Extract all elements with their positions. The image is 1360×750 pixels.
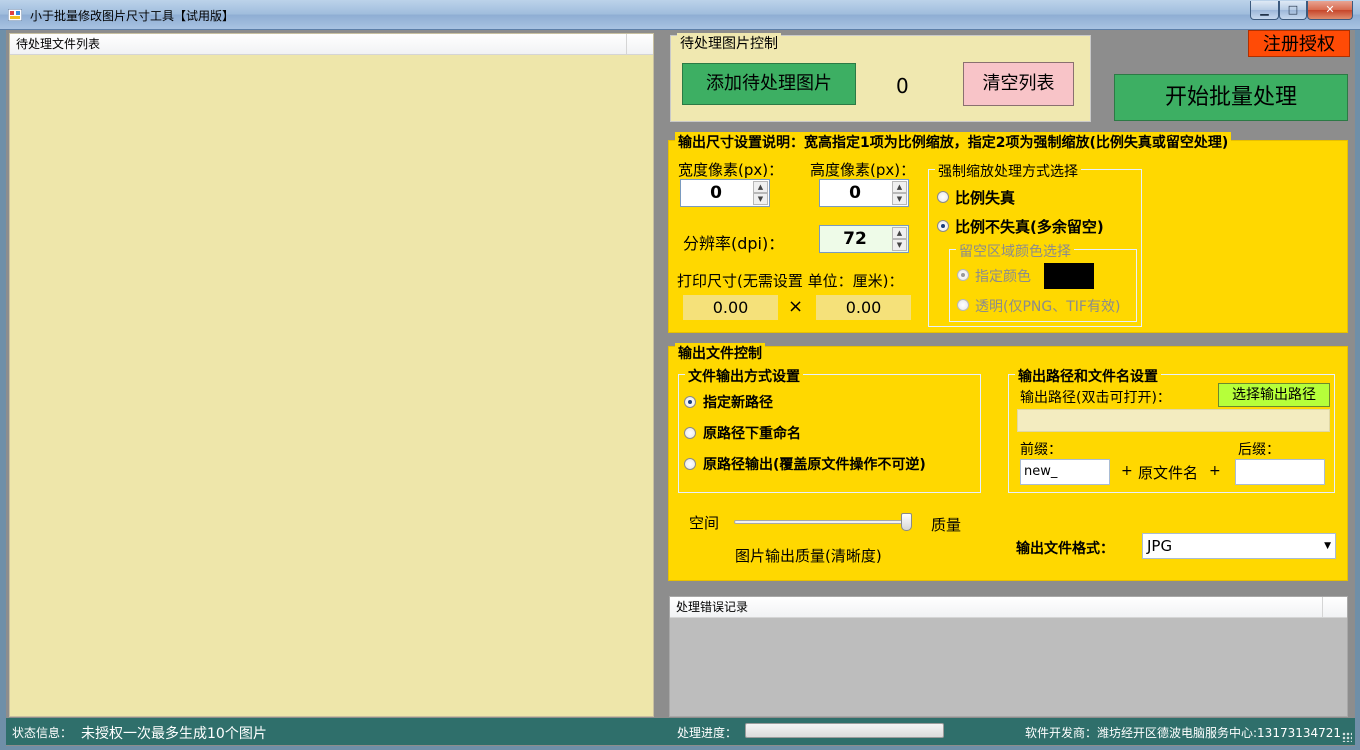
dpi-value: 72	[843, 229, 867, 249]
status-info-label: 状态信息：	[12, 726, 73, 740]
keep-ratio-radio[interactable]	[937, 220, 949, 232]
distort-label[interactable]: 比例失真	[955, 187, 1015, 208]
rename-label[interactable]: 原路径下重命名	[703, 423, 801, 443]
developer-info: 软件开发商：潍坊经开区德波电脑服务中心:13173134721	[1025, 726, 1342, 740]
width-up-icon[interactable]: ▲	[753, 181, 768, 193]
distort-radio[interactable]	[937, 191, 949, 203]
pending-count: 0	[896, 74, 909, 98]
plus-sign-1: +	[1121, 463, 1133, 479]
dpi-up-icon[interactable]: ▲	[892, 227, 907, 239]
quality-quality-label: 质量	[931, 516, 962, 534]
fill-color-swatch[interactable]	[1044, 263, 1094, 289]
add-images-button[interactable]: 添加待处理图片	[682, 63, 856, 105]
scale-mode-title: 强制缩放处理方式选择	[935, 161, 1081, 181]
fill-color-radio[interactable]	[957, 269, 969, 281]
quality-slider-thumb[interactable]	[901, 513, 912, 531]
height-label: 高度像素(px)：	[810, 161, 916, 179]
transparent-label[interactable]: 透明(仅PNG、TIF有效)	[975, 296, 1120, 316]
plus-sign-2: +	[1209, 463, 1221, 479]
progress-bar	[745, 723, 944, 738]
output-mode-group: 文件输出方式设置 指定新路径 原路径下重命名 原路径输出(覆盖原文件操作不可逆)	[678, 366, 981, 493]
close-button[interactable]: ✕	[1307, 1, 1353, 20]
window-title: 小于批量修改图片尺寸工具【试用版】	[30, 9, 235, 23]
fill-color-group: 留空区域颜色选择 指定颜色 透明(仅PNG、TIF有效)	[949, 241, 1137, 322]
suffix-input[interactable]	[1235, 459, 1325, 485]
quality-slider-track[interactable]	[734, 520, 910, 524]
print-multiply-sign: ×	[788, 296, 804, 317]
width-input[interactable]: 0 ▲ ▼	[680, 179, 770, 207]
status-bar: 状态信息： 未授权一次最多生成10个图片 处理进度： 软件开发商：潍坊经开区德波…	[6, 718, 1355, 745]
print-width-value: 0.00	[683, 295, 778, 320]
output-path-field[interactable]	[1017, 409, 1330, 432]
width-label: 宽度像素(px)：	[678, 161, 784, 179]
maximize-icon: □	[1287, 3, 1299, 16]
size-settings-title: 输出尺寸设置说明：宽高指定1项为比例缩放，指定2项为强制缩放(比例失真或留空处理…	[675, 132, 1232, 152]
keep-ratio-label[interactable]: 比例不失真(多余留空)	[955, 216, 1104, 237]
close-icon: ✕	[1325, 3, 1335, 16]
transparent-radio[interactable]	[957, 299, 969, 311]
error-log-header-label: 处理错误记录	[676, 600, 749, 614]
app-icon	[8, 9, 22, 21]
file-list-header-label: 待处理文件列表	[16, 37, 101, 51]
pending-file-list[interactable]: 待处理文件列表	[9, 33, 654, 717]
file-list-header[interactable]: 待处理文件列表	[10, 34, 653, 55]
original-filename-label: 原文件名	[1138, 464, 1199, 482]
prefix-input[interactable]: new_	[1020, 459, 1110, 485]
print-size-label: 打印尺寸(无需设置 单位：厘米)：	[677, 272, 904, 290]
clear-list-button[interactable]: 清空列表	[963, 62, 1074, 106]
new-path-label[interactable]: 指定新路径	[703, 392, 773, 412]
dpi-label: 分辨率(dpi)：	[683, 234, 785, 253]
overwrite-label[interactable]: 原路径输出(覆盖原文件操作不可逆)	[703, 454, 926, 474]
height-down-icon[interactable]: ▼	[892, 193, 907, 205]
width-down-icon[interactable]: ▼	[753, 193, 768, 205]
column-separator	[1322, 597, 1323, 618]
quality-caption: 图片输出质量(清晰度)	[735, 547, 882, 565]
progress-label: 处理进度：	[677, 726, 738, 740]
output-mode-title: 文件输出方式设置	[685, 366, 803, 386]
format-value: JPG	[1147, 537, 1173, 555]
format-select[interactable]: JPG ▼	[1142, 533, 1336, 559]
start-batch-button[interactable]: 开始批量处理	[1114, 74, 1348, 121]
scale-mode-group: 强制缩放处理方式选择 比例失真 比例不失真(多余留空) 留空区域颜色选择 指定颜…	[928, 161, 1142, 327]
status-info-value: 未授权一次最多生成10个图片	[81, 726, 267, 742]
dpi-input[interactable]: 72 ▲ ▼	[819, 225, 909, 253]
width-value: 0	[710, 183, 722, 203]
output-control-group: 输出文件控制 文件输出方式设置 指定新路径 原路径下重命名 原路径输出(覆盖原文…	[668, 343, 1348, 581]
size-settings-group: 输出尺寸设置说明：宽高指定1项为比例缩放，指定2项为强制缩放(比例失真或留空处理…	[668, 132, 1348, 333]
register-button[interactable]: 注册授权	[1248, 30, 1350, 57]
new-path-radio[interactable]	[684, 396, 696, 408]
overwrite-radio[interactable]	[684, 458, 696, 470]
suffix-label: 后缀：	[1238, 442, 1280, 458]
quality-space-label: 空间	[689, 514, 720, 532]
rename-radio[interactable]	[684, 427, 696, 439]
error-log-list[interactable]: 处理错误记录	[669, 596, 1348, 717]
output-path-group: 输出路径和文件名设置 输出路径(双击可打开)： 选择输出路径 前缀： 后缀： n…	[1008, 366, 1335, 493]
format-label: 输出文件格式：	[1016, 541, 1114, 557]
height-up-icon[interactable]: ▲	[892, 181, 907, 193]
fill-color-title: 留空区域颜色选择	[956, 241, 1074, 261]
choose-output-path-button[interactable]: 选择输出路径	[1218, 383, 1330, 407]
dpi-down-icon[interactable]: ▼	[892, 239, 907, 251]
height-value: 0	[849, 183, 861, 203]
height-input[interactable]: 0 ▲ ▼	[819, 179, 909, 207]
minimize-icon: ▁	[1260, 3, 1269, 16]
title-bar[interactable]: 小于批量修改图片尺寸工具【试用版】 ▁ □ ✕	[0, 0, 1360, 30]
output-path-label: 输出路径(双击可打开)：	[1020, 390, 1171, 406]
fill-color-label[interactable]: 指定颜色	[975, 266, 1031, 286]
maximize-button[interactable]: □	[1279, 1, 1307, 20]
column-separator	[626, 34, 627, 55]
print-height-value: 0.00	[816, 295, 911, 320]
prefix-label: 前缀：	[1020, 442, 1062, 458]
error-log-header[interactable]: 处理错误记录	[670, 597, 1347, 618]
output-control-title: 输出文件控制	[675, 343, 765, 363]
output-path-title: 输出路径和文件名设置	[1015, 366, 1161, 386]
chevron-down-icon[interactable]: ▼	[1324, 534, 1331, 558]
minimize-button[interactable]: ▁	[1250, 1, 1279, 20]
image-control-group: 待处理图片控制 添加待处理图片 0 清空列表	[670, 33, 1091, 122]
image-control-title: 待处理图片控制	[677, 33, 781, 53]
resize-grip-icon[interactable]	[1342, 732, 1352, 742]
